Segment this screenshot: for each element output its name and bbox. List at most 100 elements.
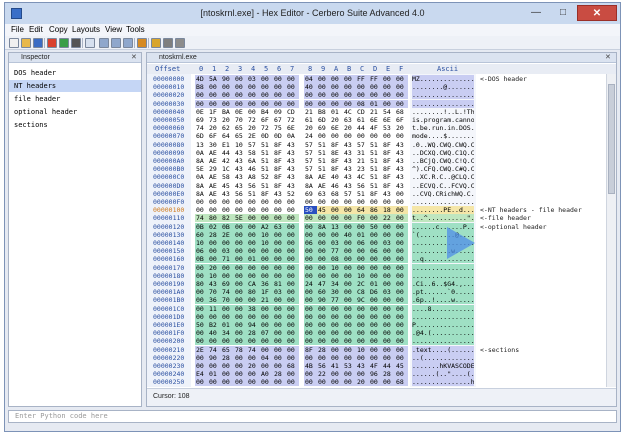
hex-byte[interactable]: 00 xyxy=(247,239,260,247)
hex-byte[interactable]: 00 xyxy=(395,353,408,362)
hex-byte[interactable]: 00 xyxy=(208,312,221,321)
hex-byte[interactable]: 0A xyxy=(195,173,208,182)
hex-byte[interactable]: 44 xyxy=(221,148,234,157)
hex-byte[interactable]: 8F xyxy=(382,157,395,165)
hex-byte[interactable]: 00 xyxy=(382,345,395,354)
hex-row[interactable]: 000001A0 00 70 74 00 80 1F 03 00 00 60 30 00 C8 D6 03 00… xyxy=(147,288,616,297)
hex-byte[interactable]: 6E xyxy=(369,116,382,124)
hex-byte[interactable]: 72 xyxy=(286,116,299,124)
python-input[interactable]: Enter Python code here xyxy=(8,410,617,423)
hex-byte[interactable]: 51 xyxy=(369,165,382,174)
hex-byte[interactable]: 00 xyxy=(260,247,273,256)
hex-byte[interactable]: 00 xyxy=(317,263,330,272)
hex-byte[interactable]: 10 xyxy=(208,271,221,280)
scrollbar-thumb[interactable] xyxy=(608,84,615,194)
hex-byte[interactable]: 43 xyxy=(343,181,356,190)
hash-icon[interactable] xyxy=(71,38,81,48)
hex-byte[interactable]: A2 xyxy=(260,222,273,231)
hex-byte[interactable]: 00 xyxy=(221,304,234,313)
hex-byte[interactable]: 8F xyxy=(382,173,395,182)
hex-byte[interactable]: 00 xyxy=(330,206,343,215)
hex-byte[interactable]: 00 xyxy=(260,198,273,206)
hex-byte[interactable]: 00 xyxy=(395,189,408,198)
hex-byte[interactable]: 00 xyxy=(317,329,330,338)
hex-row[interactable]: 000000E0 8A AE 43 56 51 8F 43 52 69 63 68 57 51 8F 43 00… xyxy=(147,189,616,198)
hex-byte[interactable]: 21 xyxy=(369,107,382,116)
hex-byte[interactable]: 43 xyxy=(208,280,221,288)
hex-byte[interactable]: 00 xyxy=(343,271,356,280)
hex-byte[interactable]: 00 xyxy=(208,378,221,387)
hex-byte[interactable]: 00 xyxy=(395,239,408,247)
hex-byte[interactable]: 43 xyxy=(273,189,286,198)
inspector-item-file-header[interactable]: file header xyxy=(9,93,141,105)
hex-byte[interactable]: 44 xyxy=(382,362,395,370)
hex-row[interactable]: 00000130 60 28 2E 00 00 10 00 00 00 00 00 40 01 00 00 00… xyxy=(147,230,616,239)
hex-byte[interactable]: 20 xyxy=(395,124,408,133)
hex-byte[interactable]: 00 xyxy=(343,288,356,297)
hex-byte[interactable]: 00 xyxy=(247,296,260,305)
hex-byte[interactable]: 8F xyxy=(382,148,395,157)
hex-byte[interactable]: 36 xyxy=(208,296,221,305)
hex-byte[interactable]: 00 xyxy=(317,91,330,100)
hex-byte[interactable]: 00 xyxy=(369,329,382,338)
hex-byte[interactable]: 00 xyxy=(234,353,247,362)
hex-byte[interactable]: 00 xyxy=(247,107,260,116)
hex-byte[interactable]: 82 xyxy=(221,214,234,223)
hex-byte[interactable]: 20 xyxy=(208,124,221,133)
hex-byte[interactable]: 00 xyxy=(273,83,286,92)
hex-byte[interactable]: 8F xyxy=(330,165,343,174)
hex-byte[interactable]: 00 xyxy=(208,362,221,370)
hex-byte[interactable]: 00 xyxy=(286,329,299,338)
hex-byte[interactable]: 68 xyxy=(395,378,408,387)
hex-byte[interactable]: 00 xyxy=(330,83,343,92)
hex-byte[interactable]: 21 xyxy=(304,107,317,116)
hex-byte[interactable]: 43 xyxy=(286,165,299,174)
hex-byte[interactable]: 00 xyxy=(286,247,299,256)
inspector-item-nt-headers[interactable]: NT headers xyxy=(9,80,141,92)
hex-byte[interactable]: 00 xyxy=(260,345,273,354)
hex-byte[interactable]: 00 xyxy=(273,312,286,321)
hex-byte[interactable]: 57 xyxy=(247,140,260,149)
hex-byte[interactable]: 00 xyxy=(382,222,395,231)
hex-byte[interactable]: 00 xyxy=(273,329,286,338)
hex-byte[interactable]: 4F xyxy=(369,124,382,133)
hex-byte[interactable]: 00 xyxy=(286,222,299,231)
hex-byte[interactable]: 00 xyxy=(343,99,356,108)
hex-byte[interactable]: 00 xyxy=(286,353,299,362)
hex-row[interactable]: 00000110 74 80 82 5E 00 00 00 00 00 00 00 00 F0 00 22 00… xyxy=(147,214,616,223)
hex-byte[interactable]: 00 xyxy=(260,83,273,92)
hex-byte[interactable]: 00 xyxy=(234,304,247,313)
hex-byte[interactable]: 69 xyxy=(317,124,330,133)
hex-byte[interactable]: 96 xyxy=(369,370,382,379)
hex-byte[interactable]: 00 xyxy=(234,362,247,370)
hex-byte[interactable]: 63 xyxy=(343,116,356,124)
hex-byte[interactable]: 00 xyxy=(273,255,286,264)
info-icon[interactable] xyxy=(163,38,173,48)
hex-byte[interactable]: 00 xyxy=(234,83,247,92)
hex-byte[interactable]: 00 xyxy=(369,198,382,206)
hex-byte[interactable]: 00 xyxy=(221,271,234,280)
hex-byte[interactable]: 00 xyxy=(382,263,395,272)
hex-row[interactable]: 00000050 69 73 20 70 72 6F 67 72 61 6D 20 63 61 6E 6E 6F… xyxy=(147,116,616,124)
maximize-button[interactable]: □ xyxy=(550,5,576,21)
hex-byte[interactable]: F0 xyxy=(356,214,369,223)
hex-byte[interactable]: 8A xyxy=(304,181,317,190)
hex-byte[interactable]: 23 xyxy=(356,165,369,174)
hex-byte[interactable]: 01 xyxy=(247,255,260,264)
hex-byte[interactable]: 8F xyxy=(273,157,286,165)
hex-byte[interactable]: 43 xyxy=(234,165,247,174)
hex-byte[interactable]: 10 xyxy=(195,239,208,247)
hex-byte[interactable]: 00 xyxy=(260,214,273,223)
hex-byte[interactable]: 00 xyxy=(343,312,356,321)
hex-byte[interactable]: 00 xyxy=(317,230,330,239)
hex-byte[interactable]: 47 xyxy=(317,280,330,288)
hex-byte[interactable]: 51 xyxy=(356,189,369,198)
hex-byte[interactable]: 00 xyxy=(273,304,286,313)
hex-byte[interactable]: 00 xyxy=(247,83,260,92)
hex-byte[interactable]: 00 xyxy=(304,321,317,329)
new-file-icon[interactable] xyxy=(9,38,19,48)
hex-byte[interactable]: 28 xyxy=(273,370,286,379)
hex-byte[interactable]: 00 xyxy=(234,239,247,247)
hex-row[interactable]: 00000080 13 30 E1 10 57 51 8F 43 57 51 8F 43 57 51 8F 43… xyxy=(147,140,616,149)
vertical-scrollbar[interactable] xyxy=(606,74,616,387)
